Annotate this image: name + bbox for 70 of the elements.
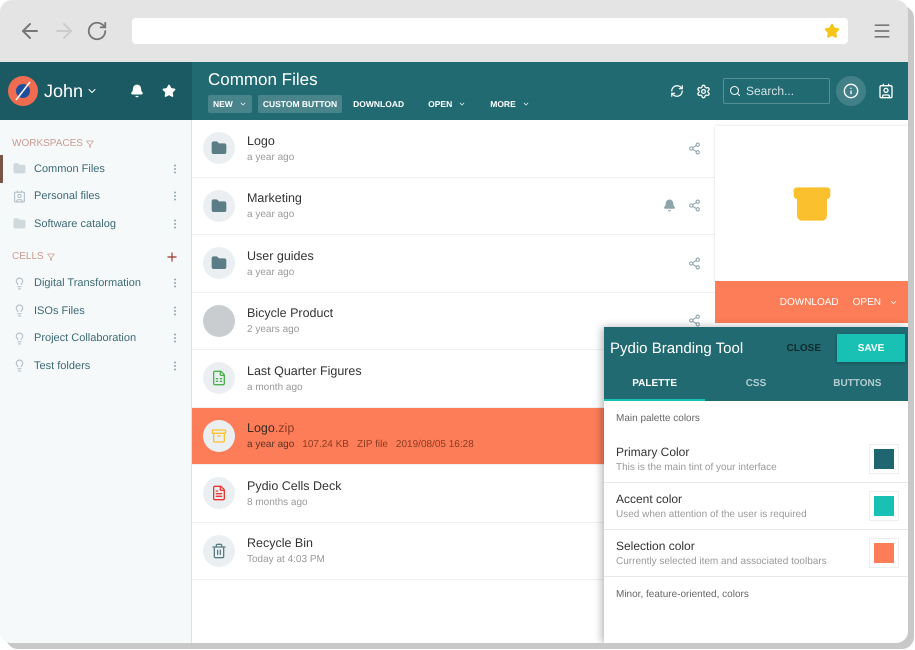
file-meta: 107.24 KB (302, 439, 349, 450)
file-time: 8 months ago (247, 496, 308, 508)
sidebar-item[interactable]: Project Collaboration (0, 324, 191, 352)
toolbar-button[interactable]: DOWNLOAD (348, 94, 410, 112)
bulb-icon (13, 332, 26, 345)
file-name: User guides (247, 248, 314, 263)
pdf-file-icon (211, 485, 227, 502)
reload-icon[interactable] (86, 20, 108, 42)
file-name: Logo (247, 134, 275, 148)
sidebar-item[interactable]: Test folders (0, 352, 191, 380)
photo-placeholder (203, 304, 235, 337)
sidebar-item[interactable]: ISOs Files (0, 297, 191, 324)
section-title: WORKSPACES (12, 138, 83, 149)
trash-icon (211, 542, 227, 559)
file-name: Bicycle Product (247, 306, 334, 320)
file-name: Logo.zip (247, 421, 294, 436)
star-icon[interactable] (824, 23, 840, 39)
tab[interactable]: PALETTE (604, 368, 706, 401)
share-icon[interactable] (688, 142, 701, 155)
folder-title: Common Files (208, 70, 319, 90)
add-icon[interactable] (165, 250, 179, 264)
section-title: CELLS (12, 251, 44, 262)
file-row[interactable]: Marketing a year ago (192, 178, 715, 235)
folder-icon (211, 198, 227, 214)
share-icon[interactable] (688, 199, 701, 212)
share-icon[interactable] (688, 314, 701, 328)
color-title: Selection color (616, 539, 696, 553)
file-name: Last Quarter Figures (247, 364, 362, 378)
sidebar-item[interactable]: Personal files (0, 182, 191, 210)
file-name: Recycle Bin (247, 536, 313, 550)
file-meta: 2019/08/05 16:28 (396, 439, 474, 450)
search-icon (729, 85, 741, 97)
archive-icon (211, 428, 227, 444)
file-name: Pydio Cells Deck (247, 478, 342, 493)
file-name: Marketing (247, 191, 302, 206)
file-time: a year ago (247, 152, 294, 163)
filter-icon[interactable] (46, 252, 55, 260)
sidebar-item[interactable]: Software catalog (0, 210, 191, 238)
user-menu[interactable]: John (44, 80, 118, 102)
folder-icon (211, 255, 227, 272)
spreadsheet-icon (211, 370, 227, 386)
folder-icon (13, 162, 26, 176)
file-time: a year ago (247, 439, 294, 450)
info-button[interactable] (836, 76, 866, 106)
person-folder-icon (13, 190, 26, 203)
toolbar-button[interactable]: NEW (208, 94, 252, 112)
file-time: 2 years ago (247, 324, 300, 336)
section-heading: Minor, feature-oriented, colors (615, 588, 750, 602)
file-time: Today at 4:03 PM (247, 554, 325, 566)
sidebar-item[interactable]: Digital Transformation (0, 270, 191, 297)
bulb-icon (13, 276, 26, 290)
filter-icon[interactable] (86, 140, 94, 148)
folder-icon (13, 217, 26, 230)
file-time: a year ago (247, 209, 294, 220)
toolbar-button[interactable]: OPEN (423, 94, 472, 112)
bulb-icon (13, 359, 26, 372)
info-icon (843, 83, 859, 99)
share-icon[interactable] (688, 256, 701, 270)
toolbar-button[interactable]: CUSTOM BUTTON (258, 94, 342, 112)
logo-icon (8, 76, 38, 106)
file-time: a year ago (247, 266, 294, 278)
bulb-icon (13, 304, 26, 318)
toolbar-button[interactable]: MORE (485, 94, 535, 112)
color-title: Primary Color (616, 445, 690, 459)
tab[interactable]: BUTTONS (806, 368, 908, 401)
file-time: a month ago (247, 382, 303, 393)
section-heading: Main palette colors (615, 412, 701, 426)
folder-icon (211, 140, 227, 156)
file-meta: ZIP file (356, 439, 388, 450)
color-title: Accent color (616, 492, 684, 506)
